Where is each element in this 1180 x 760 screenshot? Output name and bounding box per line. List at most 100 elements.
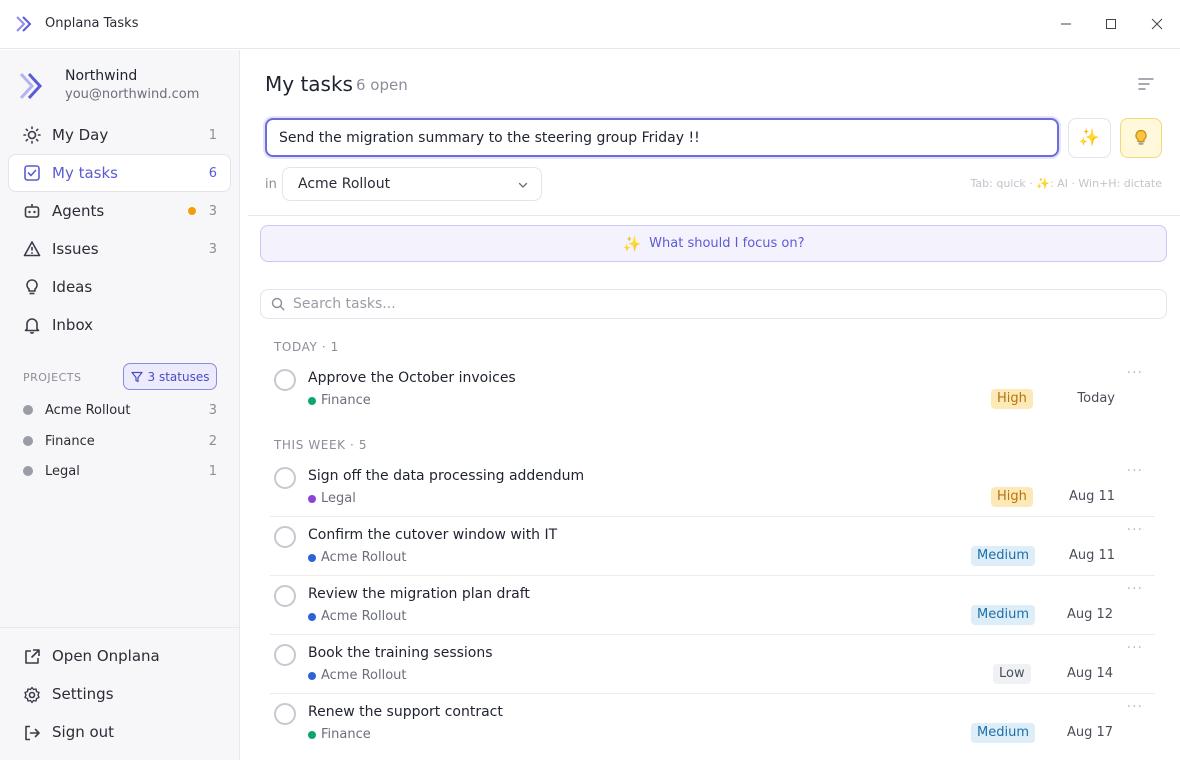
task-row[interactable]: Renew the support contract Finance Mediu… — [270, 694, 1155, 753]
window-title: Onplana Tasks — [45, 16, 139, 31]
lightbulb-icon — [1135, 129, 1147, 145]
task-due-date: Aug 12 — [1066, 607, 1113, 622]
user-email: you@northwind.com — [65, 87, 200, 102]
project-item-legal[interactable]: Legal 1 — [23, 461, 217, 481]
group-header-today: TODAY · 1 — [274, 340, 339, 354]
project-select[interactable]: Acme Rollout — [282, 167, 542, 201]
task-project-label: Acme Rollout — [321, 609, 407, 624]
ai-assist-button[interactable]: ✨ — [1068, 118, 1111, 158]
gear-icon — [24, 686, 40, 704]
sparkles-icon: ✨ — [622, 234, 642, 253]
project-dot — [23, 436, 33, 446]
close-button[interactable] — [1145, 12, 1169, 36]
focus-suggestion-button[interactable]: ✨ What should I focus on? — [260, 225, 1167, 262]
project-count: 2 — [208, 433, 217, 449]
in-label: in — [265, 177, 277, 192]
minimize-button[interactable] — [1054, 12, 1078, 36]
sidebar: Northwind you@northwind.com My Day 1 My … — [0, 50, 240, 760]
task-project: Acme Rollout — [308, 609, 407, 624]
project-select-value: Acme Rollout — [298, 176, 391, 192]
open-onplana-button[interactable]: Open Onplana — [8, 639, 231, 675]
nav-item-inbox[interactable]: Inbox — [8, 306, 231, 344]
sort-icon[interactable] — [1136, 74, 1156, 94]
onplana-logo-icon — [16, 16, 32, 32]
task-project: Acme Rollout — [308, 550, 407, 565]
nav-count: 3 — [208, 241, 217, 257]
nav-item-agents[interactable]: Agents 3 — [8, 192, 231, 230]
project-color-dot — [308, 396, 316, 405]
search-box — [260, 289, 1167, 319]
task-title: Confirm the cutover window with IT — [308, 527, 558, 543]
settings-button[interactable]: Settings — [8, 677, 231, 713]
task-project: Acme Rollout — [308, 668, 407, 683]
filter-icon — [130, 371, 143, 382]
more-options-icon[interactable]: ··· — [1127, 522, 1143, 538]
workspace-name: Northwind — [65, 68, 138, 84]
projects-section-label: PROJECTS — [23, 371, 82, 384]
task-row[interactable]: Sign off the data processing addendum Le… — [270, 458, 1155, 517]
new-task-input[interactable] — [265, 118, 1059, 157]
project-count: 3 — [208, 402, 217, 418]
nav-count: 6 — [208, 165, 217, 181]
task-row[interactable]: Confirm the cutover window with IT Acme … — [270, 517, 1155, 576]
divider — [248, 215, 1180, 216]
task-complete-checkbox[interactable] — [274, 703, 296, 725]
search-icon — [271, 297, 285, 311]
task-title: Renew the support contract — [308, 704, 503, 720]
close-icon — [1151, 18, 1163, 30]
more-options-icon[interactable]: ··· — [1127, 463, 1143, 479]
chevron-down-icon — [518, 182, 528, 188]
lightbulb-icon — [26, 279, 38, 295]
nav-label: My Day — [52, 126, 109, 144]
project-item-finance[interactable]: Finance 2 — [23, 431, 217, 451]
nav-label: Inbox — [52, 316, 94, 334]
priority-badge: Medium — [971, 723, 1035, 743]
nav-item-issues[interactable]: Issues 3 — [8, 230, 231, 268]
more-options-icon[interactable]: ··· — [1127, 640, 1143, 656]
task-project-label: Finance — [321, 393, 371, 408]
task-row[interactable]: Review the migration plan draft Acme Rol… — [270, 576, 1155, 635]
project-color-dot — [308, 612, 316, 621]
group-header-this-week: THIS WEEK · 5 — [274, 438, 368, 452]
priority-badge: Low — [993, 664, 1031, 684]
bell-icon — [24, 318, 40, 334]
priority-badge: High — [991, 487, 1033, 507]
focus-label: What should I focus on? — [649, 236, 805, 251]
nav-item-ideas[interactable]: Ideas — [8, 268, 231, 306]
task-title: Review the migration plan draft — [308, 586, 530, 602]
more-options-icon[interactable]: ··· — [1127, 699, 1143, 715]
task-row[interactable]: Approve the October invoices Finance Hig… — [270, 360, 1155, 419]
sign-out-button[interactable]: Sign out — [8, 715, 231, 751]
task-complete-checkbox[interactable] — [274, 467, 296, 489]
task-project-label: Acme Rollout — [321, 550, 407, 565]
nav-count: 1 — [208, 127, 217, 143]
project-color-dot — [308, 494, 316, 503]
project-label: Legal — [45, 463, 80, 479]
more-options-icon[interactable]: ··· — [1127, 581, 1143, 597]
nav-item-my-day[interactable]: My Day 1 — [8, 116, 231, 154]
more-options-icon[interactable]: ··· — [1127, 365, 1143, 381]
task-complete-checkbox[interactable] — [274, 369, 296, 391]
sign-out-icon — [25, 725, 40, 741]
maximize-icon — [1106, 19, 1116, 29]
nav-item-my-tasks[interactable]: My tasks 6 — [8, 154, 231, 192]
nav-label: My tasks — [52, 164, 118, 182]
maximize-button[interactable] — [1099, 12, 1123, 36]
open-task-count: 6 open — [356, 76, 408, 94]
priority-badge: High — [991, 389, 1033, 409]
task-project-label: Acme Rollout — [321, 668, 407, 683]
idea-button[interactable] — [1120, 118, 1162, 158]
status-filter-label: 3 statuses — [147, 369, 210, 384]
task-project: Finance — [308, 727, 371, 742]
search-input[interactable] — [293, 294, 1153, 314]
status-filter-button[interactable]: 3 statuses — [123, 363, 217, 390]
robot-icon — [24, 204, 40, 218]
task-complete-checkbox[interactable] — [274, 526, 296, 548]
task-complete-checkbox[interactable] — [274, 644, 296, 666]
nav-label: Sign out — [52, 723, 115, 741]
project-item-acme-rollout[interactable]: Acme Rollout 3 — [23, 400, 217, 420]
task-complete-checkbox[interactable] — [274, 585, 296, 607]
project-color-dot — [308, 730, 316, 739]
sparkles-icon: ✨ — [1078, 128, 1101, 148]
task-row[interactable]: Book the training sessions Acme Rollout … — [270, 635, 1155, 694]
